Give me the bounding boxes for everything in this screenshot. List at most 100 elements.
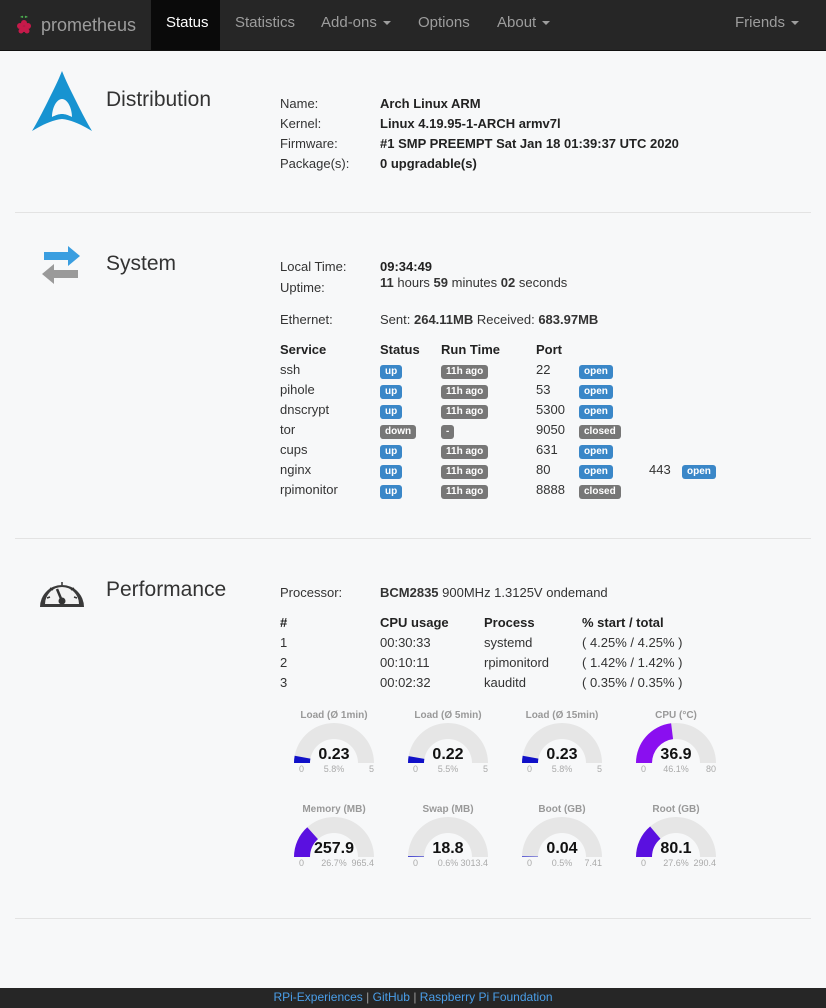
nav-friends[interactable]: Friends [720,0,814,50]
port-header: Port [536,342,562,357]
footer: RPi-Experiences | GitHub | Raspberry Pi … [0,988,826,1008]
service-status-badge: up [380,485,403,499]
proc-pct: ( 4.25% / 4.25% ) [582,635,683,650]
divider [15,918,811,919]
service-status-badge: up [380,365,403,379]
service-port: 8888 [536,482,565,497]
gauge-max: 80 [705,764,716,774]
proc-name: systemd [484,635,533,650]
service-runtime-badge: 11h ago [441,465,489,479]
packages-label: Package(s): [280,156,350,171]
gauge: Root (GB) 80.1 0 27.6% 290.4 [626,804,726,886]
port-state-badge: open [579,405,613,419]
process-header: Process [484,615,535,630]
gauge: CPU (°C) 36.9 0 46.1% 80 [626,710,726,792]
gauge: Load (Ø 1min) 0.23 0 5.8% 5 [284,710,384,792]
processor-detail: 900MHz 1.3125V ondemand [442,585,608,600]
exchange-arrows-icon [42,246,80,284]
footer-separator: | [366,990,370,1004]
ethernet-label: Ethernet: [280,312,333,327]
processor-value: BCM2835 900MHz 1.3125V ondemand [380,585,608,600]
divider [15,538,811,539]
port-state-badge: open [682,465,716,479]
proc-num: 3 [280,675,288,690]
service-port: 9050 [536,422,565,437]
uptime-label: Uptime: [280,280,325,295]
nav-statistics[interactable]: Statistics [220,0,310,50]
gauge-value: 0.23 [546,746,578,763]
service-port: 631 [536,442,558,457]
port-state-badge: open [579,365,613,379]
service-port: 5300 [536,402,565,417]
brand-name: prometheus [41,14,137,35]
brand[interactable]: prometheus [14,0,136,50]
nav-addons[interactable]: Add-ons [306,0,406,50]
gauge-title: Load (Ø 5min) [414,710,482,721]
port-state-badge: open [579,465,613,479]
uptime-seconds-word: seconds [518,275,568,290]
service-runtime-badge: 11h ago [441,385,489,399]
proc-cpu-usage: 00:10:11 [380,655,430,670]
service-name: pihole [280,382,315,397]
gauge-value: 36.9 [660,746,692,763]
gauge-value: 0.04 [546,840,578,857]
proc-cpu-usage: 00:30:33 [380,635,431,650]
gauge-title: Load (Ø 1min) [300,710,368,721]
cpu-usage-header: CPU usage [380,615,449,630]
divider [15,212,811,213]
gauge-value: 0.22 [432,746,464,763]
name-value: Arch Linux ARM [380,96,481,111]
gauge: Load (Ø 15min) 0.23 0 5.8% 5 [512,710,612,792]
proc-num: 1 [280,635,288,650]
packages-value: 0 upgradable(s) [380,156,477,171]
raspberry-pi-icon [17,15,31,34]
gauge-max: 290.4 [693,858,716,868]
service-runtime-badge: 11h ago [441,445,489,459]
service-port: 22 [536,362,551,377]
gauge: Boot (GB) 0.04 0 0.5% 7.41 [512,804,612,886]
pct-header: % start / total [582,615,664,630]
gauge-title: Boot (GB) [538,804,586,815]
footer-link-raspberry-pi-foundation[interactable]: Raspberry Pi Foundation [420,990,553,1004]
proc-cpu-usage: 00:02:32 [380,675,431,690]
service-name: nginx [280,462,312,477]
service-name: cups [280,442,308,457]
gauge: Load (Ø 5min) 0.22 0 5.5% 5 [398,710,498,792]
received-value: 683.97MB [538,312,599,327]
gauge-value: 0.23 [318,746,350,763]
kernel-label: Kernel: [280,116,322,131]
nav-about[interactable]: About [482,0,565,50]
firmware-value: #1 SMP PREEMPT Sat Jan 18 01:39:37 UTC 2… [380,136,679,151]
processor-name: BCM2835 [380,585,439,600]
gauge-value: 80.1 [660,840,692,857]
name-label: Name: [280,96,319,111]
ethernet-value: Sent: 264.11MB Received: 683.97MB [380,312,598,327]
gauge-value: 257.9 [313,840,355,857]
proc-name: kauditd [484,675,526,690]
system-title: System [106,252,177,275]
nav-status[interactable]: Status [151,0,220,50]
gauge-max: 5 [368,764,374,774]
caret-down-icon [791,21,800,26]
port-state-badge: open [579,385,613,399]
service-name: dnscrypt [280,402,330,417]
nav-options-label: Options [418,14,470,31]
nav-options[interactable]: Options [403,0,485,50]
uptime-hours: 11 [380,275,394,290]
proc-num: 2 [280,655,288,670]
gauge-title: Memory (MB) [302,804,366,815]
processor-label: Processor: [280,585,343,600]
received-label: Received: [476,312,535,327]
kernel-value: Linux 4.19.95-1-ARCH armv7l [380,116,561,131]
uptime-hours-word: hours [397,275,430,290]
footer-link-github[interactable]: GitHub [373,990,410,1004]
local-time-label: Local Time: [280,259,347,274]
service-status-badge: up [380,405,403,419]
gauge-max: 3013.4 [460,858,488,868]
sent-value: 264.11MB [413,312,474,327]
footer-link-rpi-experiences[interactable]: RPi-Experiences [273,990,362,1004]
service-status-badge: up [380,445,403,459]
gauge-title: CPU (°C) [655,710,697,721]
service-header: Service [280,342,327,357]
nav-status-label: Status [166,14,209,31]
